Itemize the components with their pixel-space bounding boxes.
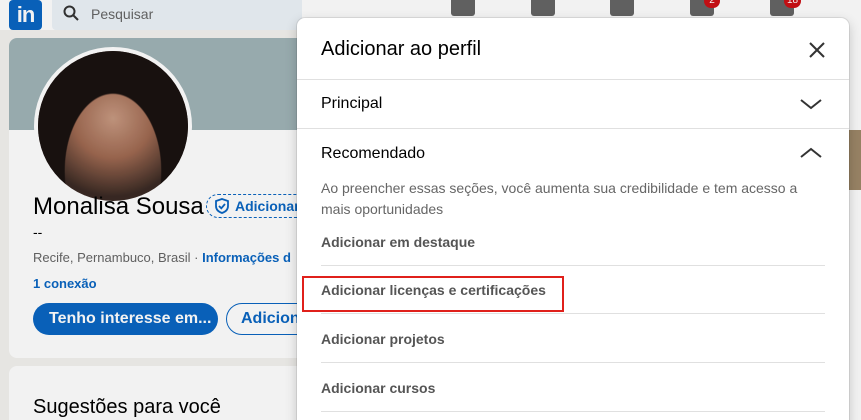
modal-title: Adicionar ao perfil [321, 38, 482, 60]
add-courses-item[interactable]: Adicionar cursos [321, 364, 825, 412]
section-recommended-title: Recomendado [321, 145, 426, 162]
add-featured-label: Adicionar em destaque [321, 234, 476, 250]
section-recommended[interactable]: Recomendado [297, 129, 849, 179]
chevron-down-icon[interactable] [799, 92, 823, 116]
chevron-up-icon[interactable] [799, 141, 823, 165]
highlight-box [302, 276, 564, 312]
add-courses-label: Adicionar cursos [321, 380, 436, 396]
modal-header: Adicionar ao perfil [297, 18, 849, 80]
recommended-description: Ao preencher essas seções, você aumenta … [321, 180, 798, 217]
section-principal[interactable]: Principal [297, 80, 849, 129]
section-principal-title: Principal [321, 95, 383, 112]
add-projects-label: Adicionar projetos [321, 331, 445, 347]
add-featured-item[interactable]: Adicionar em destaque [321, 218, 825, 266]
close-button[interactable] [803, 36, 831, 64]
add-to-profile-modal: Adicionar ao perfil Principal Recomendad… [297, 18, 849, 420]
close-icon [809, 42, 825, 58]
add-projects-item[interactable]: Adicionar projetos [321, 315, 825, 363]
